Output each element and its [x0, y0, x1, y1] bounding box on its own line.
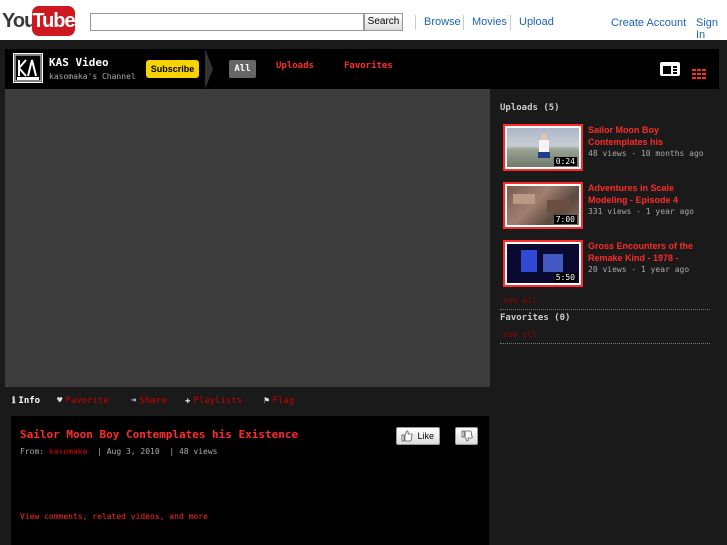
- video-thumbnail[interactable]: 0:24: [503, 124, 583, 171]
- video-duration: 5:50: [553, 273, 577, 282]
- tab-share[interactable]: ➜ Share: [131, 396, 167, 406]
- tab-info-label: Info: [18, 396, 41, 406]
- favorites-see-all-link[interactable]: see all: [503, 330, 537, 339]
- logo-tube-text: Tube: [32, 6, 76, 36]
- tab-favorite-label: Favorite: [65, 396, 109, 406]
- tab-flag-label: Flag: [272, 396, 295, 406]
- tab-info[interactable]: ℹ Info: [12, 396, 40, 406]
- info-icon: ℹ: [12, 396, 16, 406]
- like-button[interactable]: Like: [396, 427, 440, 445]
- video-stats: 48 views - 10 months ago: [588, 149, 704, 158]
- uploads-see-all-link[interactable]: see all: [503, 296, 537, 305]
- tab-playlists-label: Playlists: [193, 396, 243, 406]
- tab-share-label: Share: [139, 396, 167, 406]
- uploads-heading: Uploads (5): [500, 103, 560, 113]
- channel-tab-favorites[interactable]: Favorites: [344, 61, 393, 71]
- video-meta: From: kasomaka | Aug 3, 2010 | 48 views: [20, 447, 217, 456]
- list-item[interactable]: 7:00 Adventures in Scale Modeling - Epis…: [494, 182, 719, 234]
- kas-logo-icon: [14, 54, 42, 82]
- channel-tab-uploads[interactable]: Uploads: [276, 61, 314, 71]
- info-tabs: ℹ Info ♥ Favorite ➜ Share ✚ Playlists ⚑ Flag: [5, 390, 490, 414]
- thumbs-up-icon: [401, 430, 413, 442]
- video-stats: 331 views - 1 year ago: [588, 207, 694, 216]
- grid-view-icon[interactable]: [692, 64, 706, 79]
- video-duration: 0:24: [553, 157, 577, 166]
- video-title-link[interactable]: Adventures in Scale Modeling - Episode 4: [588, 182, 708, 206]
- header-divider-arrow: [205, 49, 213, 89]
- view-count: | 48 views: [159, 447, 218, 456]
- from-label: From:: [20, 447, 49, 456]
- flag-icon: ⚑: [264, 396, 270, 406]
- youtube-logo[interactable]: You Tube: [2, 5, 76, 37]
- upload-date: | Aug 3, 2010: [87, 447, 160, 456]
- logo-you-text: You: [2, 10, 36, 32]
- channel-sidebar: Uploads (5) 0:24 Sailor Moon Boy Contemp…: [494, 96, 719, 545]
- video-title-link[interactable]: Sailor Moon Boy Contemplates his: [588, 124, 708, 148]
- author-link[interactable]: kasomaka: [49, 447, 88, 456]
- sign-in-link[interactable]: Sign In: [696, 17, 727, 41]
- plus-icon: ✚: [185, 396, 191, 406]
- video-duration: 7:00: [553, 215, 577, 224]
- masthead: You Tube Search Browse Movies Upload Cre…: [0, 0, 727, 41]
- view-more-link[interactable]: View comments, related videos, and more: [20, 512, 208, 521]
- divider: [500, 343, 710, 344]
- channel-subtitle: kasomaka's Channel: [49, 72, 136, 81]
- search-input[interactable]: [90, 13, 364, 31]
- tab-playlists[interactable]: ✚ Playlists: [185, 396, 242, 406]
- video-title-link[interactable]: Gross Encounters of the Remake Kind - 19…: [588, 240, 708, 264]
- nav-movies-link[interactable]: Movies: [463, 15, 507, 30]
- nav-upload-link[interactable]: Upload: [510, 15, 554, 30]
- thumbs-down-icon: [461, 430, 473, 442]
- channel-avatar[interactable]: [13, 53, 43, 83]
- channel-header: KAS Video kasomaka's Channel Subscribe A…: [5, 49, 719, 89]
- video-title: Sailor Moon Boy Contemplates his Existen…: [20, 428, 299, 441]
- divider: [500, 309, 710, 310]
- video-stats: 20 views - 1 year ago: [588, 265, 690, 274]
- nav-browse-link[interactable]: Browse: [415, 15, 461, 30]
- channel-name[interactable]: KAS Video: [49, 56, 109, 69]
- dislike-button[interactable]: [455, 427, 478, 445]
- search-button[interactable]: Search: [364, 13, 403, 31]
- like-label: Like: [417, 431, 434, 441]
- video-thumbnail[interactable]: 5:50: [503, 240, 583, 287]
- arrow-right-icon: ➜: [131, 396, 137, 406]
- create-account-link[interactable]: Create Account: [611, 17, 686, 29]
- video-info-panel: Sailor Moon Boy Contemplates his Existen…: [11, 416, 489, 545]
- tab-favorite[interactable]: ♥ Favorite: [57, 396, 109, 406]
- channel-tab-all[interactable]: All: [229, 60, 256, 78]
- list-item[interactable]: 5:50 Gross Encounters of the Remake Kind…: [494, 240, 719, 292]
- favorites-heading: Favorites (0): [500, 313, 571, 323]
- list-item[interactable]: 0:24 Sailor Moon Boy Contemplates his 48…: [494, 124, 719, 176]
- player-view-icon[interactable]: [660, 62, 680, 76]
- video-thumbnail[interactable]: 7:00: [503, 182, 583, 229]
- tab-flag[interactable]: ⚑ Flag: [264, 396, 294, 406]
- subscribe-button[interactable]: Subscribe: [146, 60, 199, 78]
- video-player[interactable]: [5, 89, 490, 387]
- heart-icon: ♥: [57, 396, 63, 406]
